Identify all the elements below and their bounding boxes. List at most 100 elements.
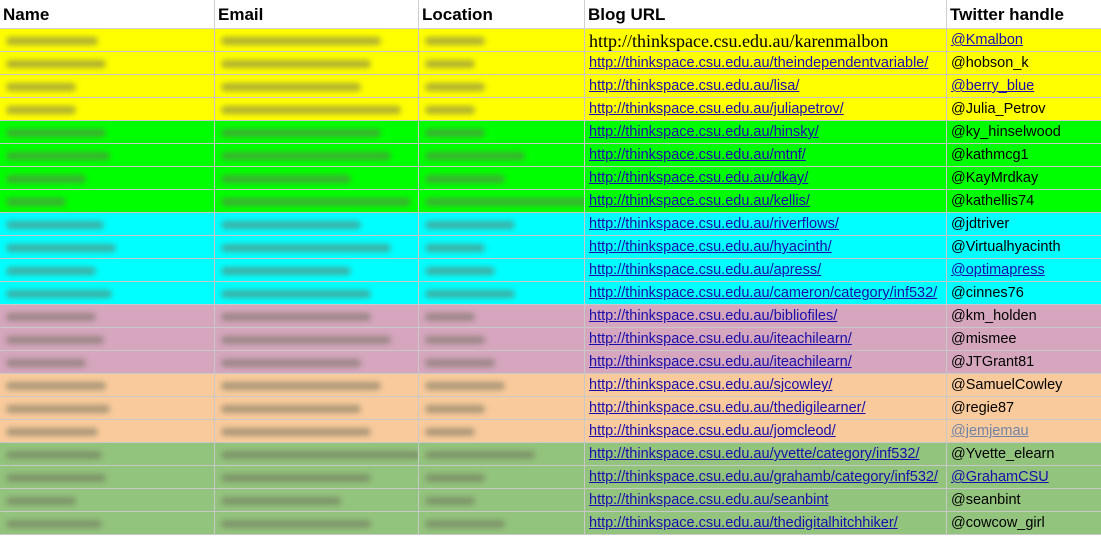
email-cell[interactable] (215, 190, 419, 213)
blog-url-cell[interactable]: http://thinkspace.csu.edu.au/karenmalbon (585, 29, 947, 52)
blog-url-link[interactable]: http://thinkspace.csu.edu.au/theindepend… (585, 52, 946, 71)
name-cell[interactable] (0, 351, 215, 374)
location-cell[interactable] (419, 259, 585, 282)
twitter-handle-cell[interactable]: @berry_blue (947, 75, 1101, 98)
blog-url-link[interactable]: http://thinkspace.csu.edu.au/jomcleod/ (585, 420, 946, 439)
name-cell[interactable] (0, 236, 215, 259)
twitter-handle-cell[interactable]: @KayMrdkay (947, 167, 1101, 190)
email-cell[interactable] (215, 282, 419, 305)
location-cell[interactable] (419, 420, 585, 443)
location-cell[interactable] (419, 282, 585, 305)
twitter-handle-cell[interactable]: @km_holden (947, 305, 1101, 328)
name-cell[interactable] (0, 282, 215, 305)
location-cell[interactable] (419, 75, 585, 98)
twitter-handle[interactable]: @GrahamCSU (947, 466, 1101, 485)
blog-url-cell[interactable]: http://thinkspace.csu.edu.au/seanbint (585, 489, 947, 512)
twitter-handle-cell[interactable]: @Kmalbon (947, 29, 1101, 52)
email-cell[interactable] (215, 305, 419, 328)
twitter-handle-cell[interactable]: @GrahamCSU (947, 466, 1101, 489)
email-cell[interactable] (215, 466, 419, 489)
twitter-handle-cell[interactable]: @regie87 (947, 397, 1101, 420)
blog-url-cell[interactable]: http://thinkspace.csu.edu.au/sjcowley/ (585, 374, 947, 397)
email-cell[interactable] (215, 420, 419, 443)
twitter-handle[interactable]: @berry_blue (947, 75, 1101, 94)
twitter-handle-cell[interactable]: @SamuelCowley (947, 374, 1101, 397)
blog-url-link[interactable]: http://thinkspace.csu.edu.au/karenmalbon (585, 29, 946, 51)
location-cell[interactable] (419, 236, 585, 259)
twitter-handle-cell[interactable]: @Yvette_elearn (947, 443, 1101, 466)
location-cell[interactable] (419, 489, 585, 512)
blog-url-cell[interactable]: http://thinkspace.csu.edu.au/theindepend… (585, 52, 947, 75)
blog-url-link[interactable]: http://thinkspace.csu.edu.au/lisa/ (585, 75, 946, 94)
blog-url-cell[interactable]: http://thinkspace.csu.edu.au/grahamb/cat… (585, 466, 947, 489)
name-cell[interactable] (0, 167, 215, 190)
blog-url-link[interactable]: http://thinkspace.csu.edu.au/sjcowley/ (585, 374, 946, 393)
name-cell[interactable] (0, 213, 215, 236)
location-cell[interactable] (419, 213, 585, 236)
header-location[interactable]: Location (419, 0, 585, 28)
blog-url-link[interactable]: http://thinkspace.csu.edu.au/hyacinth/ (585, 236, 946, 255)
name-cell[interactable] (0, 29, 215, 52)
twitter-handle[interactable]: @jemjemau (947, 420, 1101, 439)
blog-url-link[interactable]: http://thinkspace.csu.edu.au/mtnf/ (585, 144, 946, 163)
email-cell[interactable] (215, 397, 419, 420)
email-cell[interactable] (215, 328, 419, 351)
email-cell[interactable] (215, 443, 419, 466)
header-email[interactable]: Email (215, 0, 419, 28)
location-cell[interactable] (419, 144, 585, 167)
header-blog-url[interactable]: Blog URL (585, 0, 947, 28)
location-cell[interactable] (419, 167, 585, 190)
blog-url-cell[interactable]: http://thinkspace.csu.edu.au/cameron/cat… (585, 282, 947, 305)
location-cell[interactable] (419, 52, 585, 75)
blog-url-cell[interactable]: http://thinkspace.csu.edu.au/kellis/ (585, 190, 947, 213)
name-cell[interactable] (0, 259, 215, 282)
location-cell[interactable] (419, 512, 585, 535)
blog-url-link[interactable]: http://thinkspace.csu.edu.au/seanbint (585, 489, 946, 508)
email-cell[interactable] (215, 167, 419, 190)
email-cell[interactable] (215, 29, 419, 52)
twitter-handle-cell[interactable]: @cowcow_girl (947, 512, 1101, 535)
twitter-handle-cell[interactable]: @Julia_Petrov (947, 98, 1101, 121)
blog-url-link[interactable]: http://thinkspace.csu.edu.au/hinsky/ (585, 121, 946, 140)
email-cell[interactable] (215, 75, 419, 98)
header-twitter-handle[interactable]: Twitter handle (947, 0, 1101, 28)
location-cell[interactable] (419, 190, 585, 213)
location-cell[interactable] (419, 98, 585, 121)
name-cell[interactable] (0, 144, 215, 167)
blog-url-cell[interactable]: http://thinkspace.csu.edu.au/yvette/cate… (585, 443, 947, 466)
blog-url-cell[interactable]: http://thinkspace.csu.edu.au/thedigitalh… (585, 512, 947, 535)
location-cell[interactable] (419, 29, 585, 52)
blog-url-cell[interactable]: http://thinkspace.csu.edu.au/apress/ (585, 259, 947, 282)
blog-url-link[interactable]: http://thinkspace.csu.edu.au/grahamb/cat… (585, 466, 946, 485)
blog-url-link[interactable]: http://thinkspace.csu.edu.au/bibliofiles… (585, 305, 946, 324)
email-cell[interactable] (215, 351, 419, 374)
blog-url-link[interactable]: http://thinkspace.csu.edu.au/yvette/cate… (585, 443, 946, 462)
email-cell[interactable] (215, 489, 419, 512)
blog-url-cell[interactable]: http://thinkspace.csu.edu.au/iteachilear… (585, 328, 947, 351)
blog-url-link[interactable]: http://thinkspace.csu.edu.au/kellis/ (585, 190, 946, 209)
email-cell[interactable] (215, 98, 419, 121)
twitter-handle-cell[interactable]: @kathellis74 (947, 190, 1101, 213)
blog-url-cell[interactable]: http://thinkspace.csu.edu.au/hinsky/ (585, 121, 947, 144)
name-cell[interactable] (0, 374, 215, 397)
blog-url-link[interactable]: http://thinkspace.csu.edu.au/thedigitalh… (585, 512, 946, 531)
twitter-handle-cell[interactable]: @jdtriver (947, 213, 1101, 236)
twitter-handle-cell[interactable]: @Virtualhyacinth (947, 236, 1101, 259)
blog-url-cell[interactable]: http://thinkspace.csu.edu.au/riverflows/ (585, 213, 947, 236)
email-cell[interactable] (215, 144, 419, 167)
blog-url-link[interactable]: http://thinkspace.csu.edu.au/dkay/ (585, 167, 946, 186)
twitter-handle-cell[interactable]: @JTGrant81 (947, 351, 1101, 374)
blog-url-cell[interactable]: http://thinkspace.csu.edu.au/jomcleod/ (585, 420, 947, 443)
blog-url-link[interactable]: http://thinkspace.csu.edu.au/thedigilear… (585, 397, 946, 416)
blog-url-link[interactable]: http://thinkspace.csu.edu.au/juliapetrov… (585, 98, 946, 117)
twitter-handle-cell[interactable]: @jemjemau (947, 420, 1101, 443)
blog-url-cell[interactable]: http://thinkspace.csu.edu.au/thedigilear… (585, 397, 947, 420)
name-cell[interactable] (0, 52, 215, 75)
blog-url-link[interactable]: http://thinkspace.csu.edu.au/cameron/cat… (585, 282, 946, 301)
name-cell[interactable] (0, 98, 215, 121)
blog-url-link[interactable]: http://thinkspace.csu.edu.au/apress/ (585, 259, 946, 278)
name-cell[interactable] (0, 443, 215, 466)
email-cell[interactable] (215, 52, 419, 75)
name-cell[interactable] (0, 397, 215, 420)
blog-url-cell[interactable]: http://thinkspace.csu.edu.au/lisa/ (585, 75, 947, 98)
